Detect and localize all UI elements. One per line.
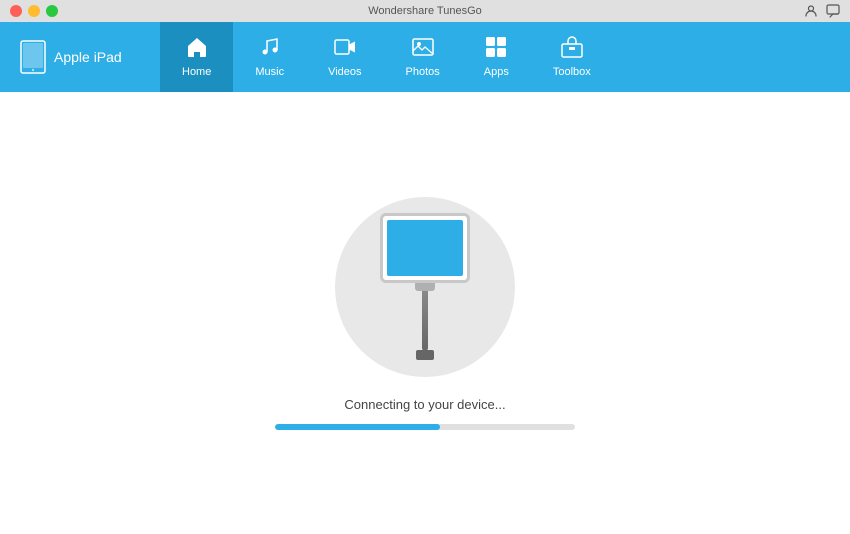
chat-icon[interactable] [826,4,840,18]
progress-area: Connecting to your device... [275,397,575,430]
minimize-button[interactable] [28,5,40,17]
close-button[interactable] [10,5,22,17]
user-icon[interactable] [804,4,818,18]
title-bar-icons [804,4,840,18]
videos-icon [334,36,356,62]
tab-home-label: Home [182,66,211,78]
tablet-connector [415,283,435,291]
device-label: Apple iPad [0,22,160,92]
device-name: Apple iPad [54,49,122,65]
toolbox-icon [561,36,583,62]
nav-tabs: Home Music Videos [160,22,850,92]
tab-music[interactable]: Music [233,22,306,92]
status-text: Connecting to your device... [344,397,505,412]
device-illustration [335,197,515,377]
nav-bar: Apple iPad Home Music [0,22,850,92]
maximize-button[interactable] [46,5,58,17]
home-icon [186,36,208,62]
title-bar: Wondershare TunesGo [0,0,850,22]
tab-apps[interactable]: Apps [462,22,531,92]
cable [422,291,428,351]
ipad-icon [20,40,46,74]
music-icon [259,36,281,62]
cable-end [416,350,434,360]
tab-toolbox-label: Toolbox [553,66,591,78]
tab-videos[interactable]: Videos [306,22,383,92]
main-content: Connecting to your device... [0,92,850,534]
tab-music-label: Music [255,66,284,78]
tab-videos-label: Videos [328,66,361,78]
tablet-body [380,213,470,283]
tablet-graphic [380,213,470,360]
tab-apps-label: Apps [484,66,509,78]
tab-photos-label: Photos [406,66,440,78]
progress-bar-fill [275,424,440,430]
tablet-screen [387,220,463,276]
apps-icon [485,36,507,62]
tab-home[interactable]: Home [160,22,233,92]
app-title: Wondershare TunesGo [368,5,482,17]
photos-icon [412,36,434,62]
traffic-lights [10,5,58,17]
progress-bar-container [275,424,575,430]
tab-toolbox[interactable]: Toolbox [531,22,613,92]
tab-photos[interactable]: Photos [384,22,462,92]
